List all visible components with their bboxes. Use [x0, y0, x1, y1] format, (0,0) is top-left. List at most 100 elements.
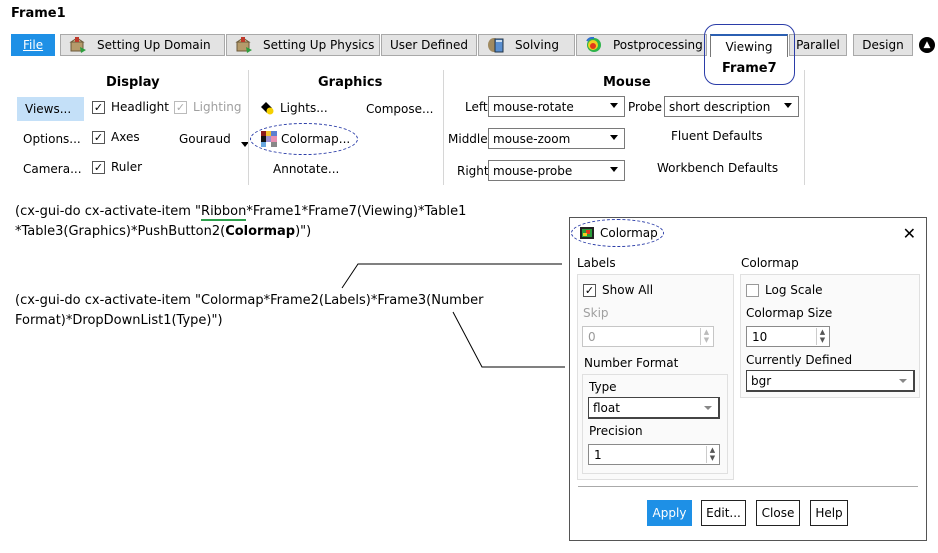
colormap-size-label: Colormap Size — [746, 306, 833, 320]
lighting-checkbox[interactable]: ✓ Lighting — [174, 100, 242, 114]
skip-value: 0 — [588, 329, 596, 344]
tab-label: Design — [862, 38, 904, 52]
command-2: (cx-gui-do cx-activate-item "Colormap*Fr… — [15, 293, 484, 308]
flashlight-icon — [260, 101, 276, 115]
show-all-checkbox[interactable]: ✓ Show All — [583, 283, 653, 297]
command-1-prefix: (cx-gui-do cx-activate-item " — [15, 204, 202, 219]
tab-label: Postprocessing — [613, 38, 703, 52]
tab-label: Parallel — [796, 38, 840, 52]
checkmark-icon: ✓ — [583, 283, 596, 297]
tab-label: Setting Up Physics — [263, 38, 375, 52]
frame7-annotation-label: Frame7 — [722, 61, 777, 76]
close-button[interactable]: Close — [756, 500, 800, 526]
views-button[interactable]: Views... — [17, 97, 84, 121]
colormap-size-input[interactable]: 10 ▲ ▼ — [746, 326, 830, 347]
probe-value: short description — [669, 99, 771, 114]
tab-label: User Defined — [390, 38, 468, 52]
right-mouse-value: mouse-probe — [493, 163, 573, 178]
mouse-group-title: Mouse — [603, 75, 651, 90]
type-label: Type — [589, 380, 617, 394]
middle-button-label: Middle — [448, 132, 488, 146]
currently-defined-dropdown[interactable]: bgr — [746, 370, 915, 392]
setup-box-icon — [235, 37, 253, 53]
command-1-ribbon: Ribbon — [201, 204, 247, 221]
dropdown-arrow-icon — [704, 406, 712, 410]
skip-label: Skip — [583, 306, 609, 320]
axes-checkbox[interactable]: ✓ Axes — [92, 130, 140, 144]
tab-user-defined[interactable]: User Defined — [381, 34, 477, 56]
type-dropdown[interactable]: float — [588, 397, 720, 419]
help-button[interactable]: Help — [810, 500, 848, 526]
left-button-label: Left — [465, 100, 488, 114]
compose-button[interactable]: Compose... — [366, 102, 433, 116]
dropdown-arrow-icon — [784, 103, 792, 108]
tab-setting-up-physics[interactable]: Setting Up Physics — [226, 34, 380, 56]
right-mouse-select[interactable]: mouse-probe — [488, 160, 625, 181]
command-1-line2-prefix: *Table3(Graphics)*PushButton2( — [15, 224, 226, 239]
annotate-button[interactable]: Annotate... — [273, 162, 339, 176]
apply-button[interactable]: Apply — [647, 500, 692, 526]
command-1-bold: Colormap — [225, 224, 296, 239]
tab-solving[interactable]: Solving — [478, 34, 575, 56]
setup-box-icon — [69, 37, 87, 53]
fluent-defaults-button[interactable]: Fluent Defaults — [671, 129, 762, 143]
dialog-title-annotation-ellipse — [571, 219, 664, 247]
axes-label: Axes — [111, 130, 140, 144]
log-scale-label: Log Scale — [765, 283, 823, 297]
colormap-group-title: Colormap — [741, 256, 799, 270]
camera-button[interactable]: Camera... — [23, 162, 82, 176]
spinner-icon[interactable]: ▲ ▼ — [816, 328, 828, 345]
dialog-separator — [578, 486, 918, 487]
labels-group-title: Labels — [577, 256, 616, 270]
tab-parallel[interactable]: Parallel — [789, 34, 847, 56]
precision-input[interactable]: 1 ▲ ▼ — [588, 444, 720, 465]
type-value: float — [593, 400, 620, 415]
ruler-checkbox[interactable]: ✓ Ruler — [92, 160, 142, 174]
checkmark-icon: ✓ — [92, 130, 105, 144]
left-mouse-value: mouse-rotate — [493, 99, 574, 114]
spinner-icon[interactable]: ▲ ▼ — [706, 446, 718, 463]
middle-mouse-value: mouse-zoom — [493, 131, 571, 146]
left-mouse-select[interactable]: mouse-rotate — [488, 96, 625, 117]
tab-postprocessing[interactable]: Postprocessing — [576, 34, 707, 56]
command-2-line2: Format)*DropDownList1(Type)") — [15, 313, 223, 328]
tab-label: Setting Up Domain — [97, 38, 211, 52]
dropdown-arrow-icon — [610, 167, 618, 172]
shading-value: Gouraud — [179, 132, 231, 146]
display-group-title: Display — [106, 75, 160, 90]
lights-button[interactable]: Lights... — [260, 101, 328, 115]
tab-setting-up-domain[interactable]: Setting Up Domain — [60, 34, 225, 56]
command-1-rest: *Frame1*Frame7(Viewing)*Table1 — [246, 204, 467, 219]
currently-defined-value: bgr — [751, 373, 772, 388]
close-icon[interactable]: ✕ — [903, 224, 916, 243]
edit-button[interactable]: Edit... — [701, 500, 746, 526]
probe-select[interactable]: short description — [664, 96, 799, 117]
middle-mouse-select[interactable]: mouse-zoom — [488, 128, 625, 149]
right-button-label: Right — [457, 164, 489, 178]
log-scale-checkbox[interactable]: Log Scale — [746, 283, 823, 297]
options-button[interactable]: Options... — [23, 132, 81, 146]
colormap-size-value: 10 — [752, 329, 768, 344]
dropdown-arrow-icon — [899, 379, 907, 383]
command-1-suffix: )") — [295, 224, 312, 239]
tab-file-label: File — [23, 38, 44, 52]
lighting-label: Lighting — [193, 100, 242, 114]
collapse-ribbon-button[interactable]: ▲ — [919, 37, 935, 53]
colormap-dialog: Colormap ✕ Labels ✓ Show All Skip 0 ▲ ▼ N… — [569, 217, 927, 541]
shading-dropdown[interactable]: Gouraud — [179, 132, 249, 147]
number-format-label: Number Format — [584, 356, 679, 370]
workbench-defaults-button[interactable]: Workbench Defaults — [657, 161, 778, 175]
colormap-annotation-ellipse — [250, 123, 358, 155]
checkmark-icon: ✓ — [92, 160, 105, 174]
headlight-label: Headlight — [111, 100, 169, 114]
connector-line-labels — [341, 263, 562, 289]
dropdown-arrow-icon — [610, 103, 618, 108]
tab-file[interactable]: File — [11, 34, 55, 56]
tab-design[interactable]: Design — [853, 34, 913, 56]
calculator-icon — [487, 37, 505, 53]
precision-value: 1 — [594, 447, 602, 462]
show-all-label: Show All — [602, 283, 654, 297]
skip-input[interactable]: 0 ▲ ▼ — [582, 326, 714, 347]
headlight-checkbox[interactable]: ✓ Headlight — [92, 100, 169, 114]
spinner-icon[interactable]: ▲ ▼ — [700, 328, 712, 345]
